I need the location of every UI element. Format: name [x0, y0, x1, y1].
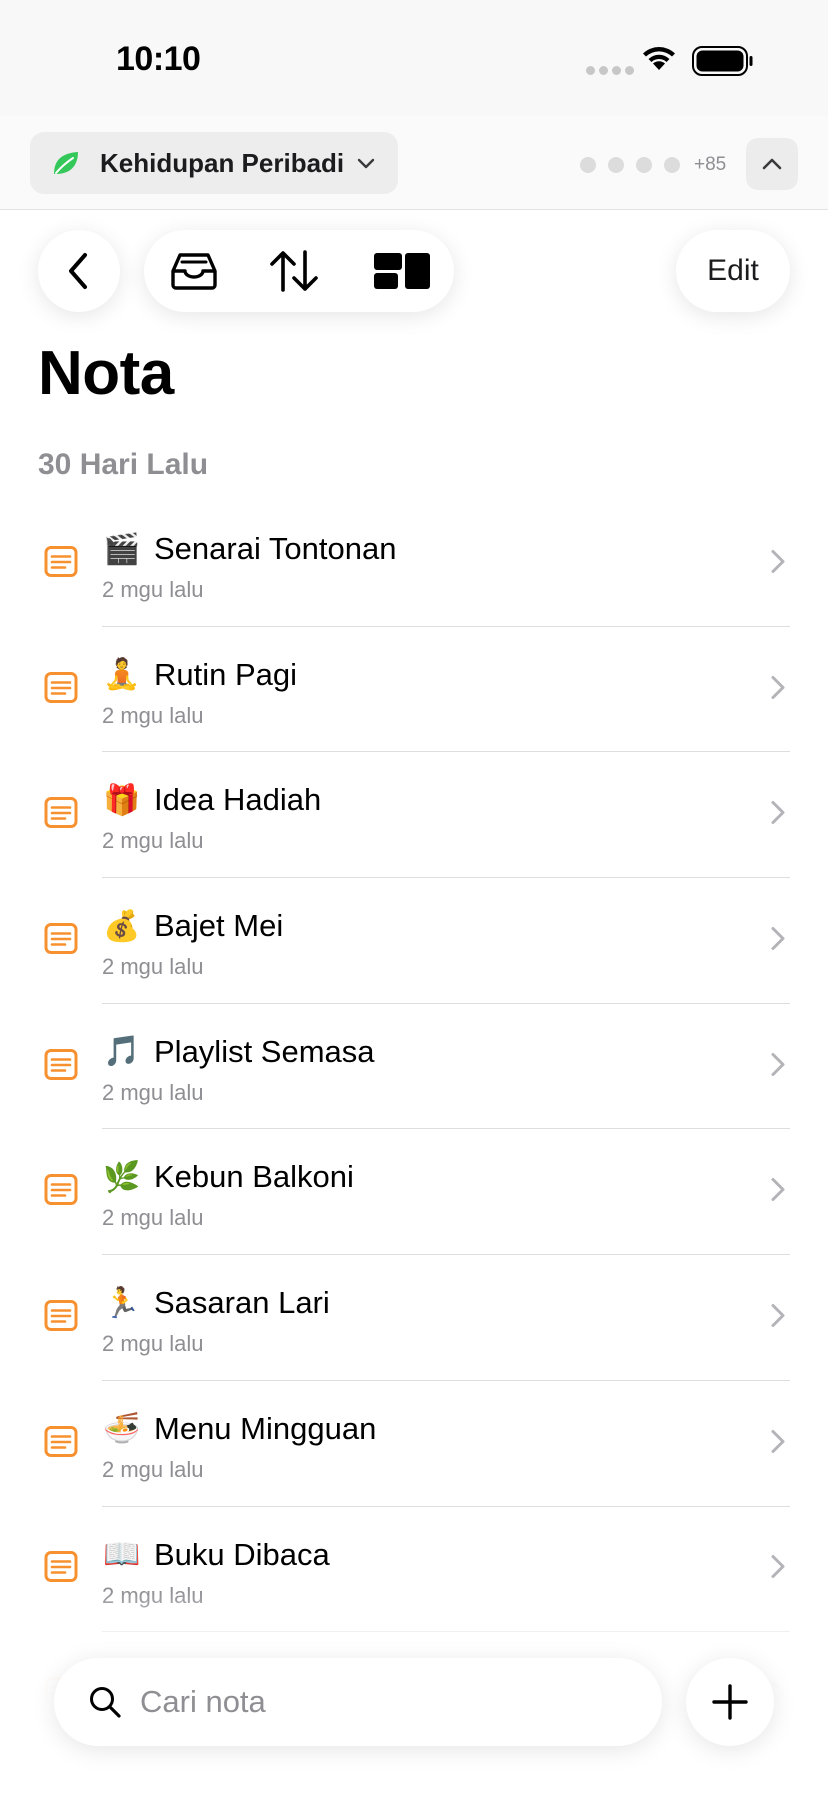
- status-time: 10:10: [116, 40, 201, 78]
- note-timestamp: 2 mgu lalu: [102, 1331, 204, 1357]
- section-header: 30 Hari Lalu: [38, 448, 209, 481]
- note-timestamp: 2 mgu lalu: [102, 702, 204, 728]
- chevron-right-icon: [770, 1428, 786, 1459]
- note-emoji: 🍜: [103, 1411, 141, 1447]
- note-document-icon: [44, 1048, 78, 1085]
- search-icon: [88, 1685, 122, 1719]
- inbox-button[interactable]: [154, 230, 234, 312]
- inbox-tray-icon: [171, 253, 217, 290]
- note-document-icon: [44, 1425, 78, 1462]
- chevron-right-icon: [770, 674, 786, 705]
- toolbar: Edit: [0, 230, 828, 314]
- note-document-icon: [44, 1174, 78, 1211]
- edit-button[interactable]: Edit: [676, 230, 790, 312]
- note-title-line: 🏃 Sasaran Lari: [102, 1285, 330, 1321]
- note-title: Menu Mingguan: [154, 1410, 377, 1446]
- note-title: Rutin Pagi: [154, 656, 298, 692]
- avatar: [608, 157, 624, 173]
- wifi-icon: [640, 44, 678, 77]
- note-emoji: 🧘: [103, 657, 141, 693]
- chevron-up-icon: [762, 158, 782, 170]
- layout-button[interactable]: [362, 230, 442, 312]
- note-emoji: 🌿: [103, 1159, 141, 1195]
- chevron-right-icon: [770, 800, 786, 831]
- note-title-line: 🌿 Kebun Balkoni: [102, 1159, 354, 1195]
- chevron-left-icon: [69, 253, 87, 289]
- layout-grid-icon: [374, 253, 430, 289]
- workspace-switcher[interactable]: Kehidupan Peribadi: [30, 132, 398, 194]
- note-title: Kebun Balkoni: [154, 1159, 354, 1195]
- avatar: [636, 157, 652, 173]
- cellular-signal-icon: [586, 66, 634, 75]
- note-document-icon: [44, 1551, 78, 1588]
- search-bar[interactable]: [54, 1658, 662, 1746]
- add-note-button[interactable]: [686, 1658, 774, 1746]
- note-title-line: 💰 Bajet Mei: [102, 908, 283, 944]
- note-title-line: 🎵 Playlist Semasa: [102, 1033, 375, 1070]
- note-timestamp: 2 mgu lalu: [102, 1205, 204, 1231]
- note-timestamp: 2 mgu lalu: [102, 1456, 204, 1482]
- note-row[interactable]: 🧘 Rutin Pagi 2 mgu lalu: [0, 627, 828, 753]
- note-title: Buku Dibaca: [154, 1536, 330, 1572]
- note-document-icon: [44, 545, 78, 582]
- note-row[interactable]: 💰 Bajet Mei 2 mgu lalu: [0, 878, 828, 1004]
- note-title: Idea Hadiah: [154, 782, 322, 818]
- avatar: [664, 157, 680, 173]
- workspace-bar: Kehidupan Peribadi +85: [0, 116, 828, 210]
- note-timestamp: 2 mgu lalu: [102, 828, 204, 854]
- note-row[interactable]: 🎵 Playlist Semasa 2 mgu lalu: [0, 1004, 828, 1130]
- note-title-line: 🧘 Rutin Pagi: [102, 657, 297, 693]
- note-emoji: 💰: [103, 908, 141, 944]
- note-title-line: 🍜 Menu Mingguan: [102, 1411, 376, 1447]
- member-count: +85: [694, 154, 727, 175]
- note-timestamp: 2 mgu lalu: [102, 1079, 204, 1105]
- chevron-right-icon: [770, 1554, 786, 1585]
- chevron-down-icon: [356, 156, 376, 170]
- note-title: Bajet Mei: [154, 908, 284, 944]
- note-title-line: 🎬 Senarai Tontonan: [102, 531, 396, 567]
- chevron-right-icon: [770, 1177, 786, 1208]
- collapse-button[interactable]: [746, 138, 798, 190]
- note-emoji: 🎬: [103, 531, 141, 567]
- note-document-icon: [44, 922, 78, 959]
- note-emoji: 🎁: [103, 782, 141, 818]
- plus-icon: [712, 1684, 748, 1720]
- note-title-line: 📖 Buku Dibaca: [102, 1536, 330, 1573]
- chevron-right-icon: [770, 925, 786, 956]
- note-timestamp: 2 mgu lalu: [102, 577, 204, 602]
- note-title: Playlist Semasa: [154, 1033, 375, 1069]
- note-row[interactable]: 🎁 Idea Hadiah 2 mgu lalu: [0, 752, 828, 879]
- note-timestamp: 2 mgu lalu: [102, 954, 204, 980]
- avatar: [580, 157, 596, 173]
- note-emoji: 🏃: [103, 1285, 141, 1321]
- member-avatars[interactable]: +85: [580, 154, 726, 176]
- sort-button[interactable]: [254, 230, 334, 312]
- view-tools: [144, 230, 454, 312]
- chevron-right-icon: [770, 548, 786, 579]
- page-title: Nota: [38, 339, 174, 408]
- note-row[interactable]: 🎬 Senarai Tontonan 2 mgu lalu: [0, 501, 828, 627]
- note-document-icon: [44, 671, 78, 708]
- search-input[interactable]: [140, 1684, 580, 1720]
- note-document-icon: [44, 797, 78, 834]
- leaf-icon: [52, 148, 82, 178]
- note-title: Senarai Tontonan: [154, 531, 397, 566]
- status-bar: 10:10: [0, 0, 828, 116]
- note-row[interactable]: 🏃 Sasaran Lari 2 mgu lalu: [0, 1255, 828, 1381]
- battery-icon: [692, 46, 754, 81]
- note-list: 🎬 Senarai Tontonan 2 mgu lalu 🧘 Rutin Pa…: [0, 501, 828, 1758]
- back-button[interactable]: [38, 230, 120, 312]
- note-row[interactable]: 🍜 Menu Mingguan 2 mgu lalu: [0, 1381, 828, 1507]
- note-title-line: 🎁 Idea Hadiah: [102, 782, 321, 818]
- note-emoji: 🎵: [103, 1034, 141, 1070]
- chevron-right-icon: [770, 1302, 786, 1333]
- chevron-right-icon: [770, 1051, 786, 1082]
- note-document-icon: [44, 1299, 78, 1336]
- note-row[interactable]: 🌿 Kebun Balkoni 2 mgu lalu: [0, 1129, 828, 1256]
- workspace-name: Kehidupan Peribadi: [100, 147, 345, 178]
- note-emoji: 📖: [103, 1537, 141, 1572]
- note-title: Sasaran Lari: [154, 1285, 330, 1321]
- sort-arrows-icon: [270, 250, 318, 292]
